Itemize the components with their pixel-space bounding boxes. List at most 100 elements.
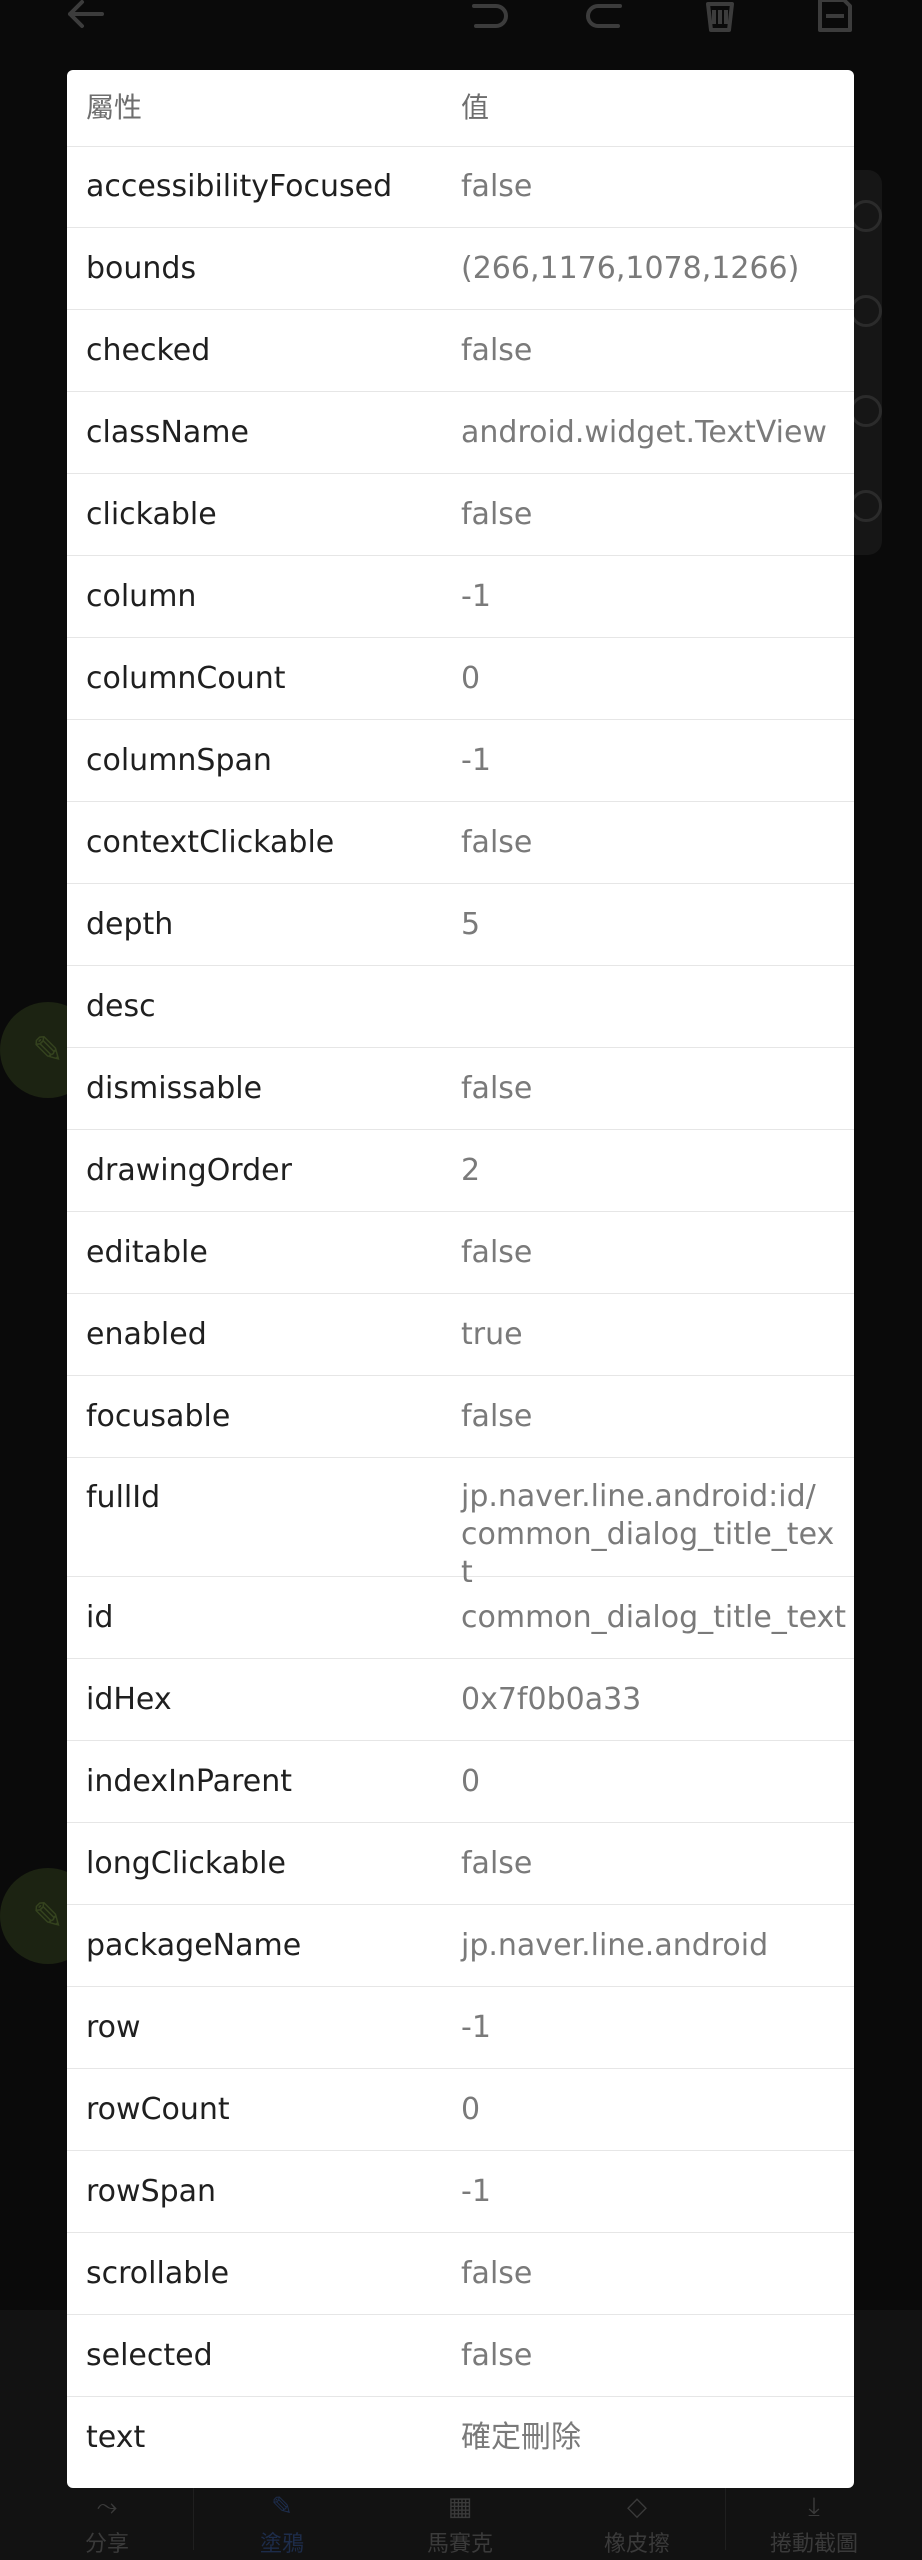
save-icon[interactable] <box>806 0 862 42</box>
table-row[interactable]: idHex 0x7f0b0a33 <box>67 1659 854 1741</box>
brush-icon: ✎ <box>32 1028 64 1072</box>
property-value: 2 <box>461 1153 481 1188</box>
property-value: false <box>461 2256 533 2291</box>
property-value: false <box>461 2338 533 2373</box>
node-properties-dialog: 屬性 值 accessibilityFocused false bounds (26… <box>67 70 854 2488</box>
table-row[interactable]: longClickable false <box>67 1823 854 1905</box>
table-row[interactable]: drawingOrder 2 <box>67 1130 854 1212</box>
table-row[interactable]: rowCount 0 <box>67 2069 854 2151</box>
eraser-icon: ◇ <box>627 2492 647 2522</box>
property-name: enabled <box>86 1317 207 1352</box>
tab-label: 捲動截圖 <box>769 2532 858 2557</box>
property-value: 0 <box>461 2092 481 2127</box>
property-name: checked <box>86 333 211 368</box>
table-row[interactable]: accessibilityFocused false <box>67 146 854 228</box>
property-value: -1 <box>461 2174 491 2209</box>
back-arrow-icon[interactable] <box>58 0 114 42</box>
property-name: longClickable <box>86 1846 286 1881</box>
brush-icon: ✎ <box>271 2492 293 2522</box>
table-row[interactable]: clickable false <box>67 474 854 556</box>
property-name: indexInParent <box>86 1764 292 1799</box>
property-name: depth <box>86 907 174 942</box>
property-name: scrollable <box>86 2256 230 2291</box>
property-value: false <box>461 497 533 532</box>
table-row[interactable]: depth 5 <box>67 884 854 966</box>
table-row[interactable]: focusable false <box>67 1376 854 1458</box>
share-icon: ⤳ <box>96 2492 118 2522</box>
property-value: android.widget.TextView <box>461 415 827 450</box>
property-value: false <box>461 1071 533 1106</box>
property-name: fullId <box>86 1480 161 1515</box>
redo-icon[interactable] <box>578 0 634 42</box>
header-property: 屬性 <box>86 91 143 124</box>
tab-scroll-capture[interactable]: ⤓ 捲動截圖 <box>722 2490 906 2560</box>
property-value: -1 <box>461 743 491 778</box>
table-header: 屬性 值 <box>67 70 854 147</box>
table-row[interactable]: enabled true <box>67 1294 854 1376</box>
background-toolbar <box>0 0 922 70</box>
tab-eraser[interactable]: ◇ 橡皮擦 <box>545 2490 729 2560</box>
table-row[interactable]: editable false <box>67 1212 854 1294</box>
property-name: drawingOrder <box>86 1153 292 1188</box>
property-value: common_dialog_title_text <box>461 1600 847 1635</box>
property-value: -1 <box>461 579 491 614</box>
property-name: bounds <box>86 251 197 286</box>
table-row[interactable]: indexInParent 0 <box>67 1741 854 1823</box>
property-name: columnSpan <box>86 743 272 778</box>
table-row[interactable]: contextClickable false <box>67 802 854 884</box>
property-name: className <box>86 415 249 450</box>
table-row[interactable]: column -1 <box>67 556 854 638</box>
table-row[interactable]: className android.widget.TextView <box>67 392 854 474</box>
tab-share[interactable]: ⤳ 分享 <box>15 2490 199 2560</box>
table-row[interactable]: selected false <box>67 2315 854 2397</box>
property-value: (266,1176,1078,1266) <box>461 251 800 286</box>
trash-icon[interactable] <box>692 0 748 42</box>
table-row[interactable]: checked false <box>67 310 854 392</box>
property-name: desc <box>86 989 156 1024</box>
table-row[interactable]: text 確定刪除 <box>67 2397 854 2479</box>
property-value: true <box>461 1317 523 1352</box>
property-table: accessibilityFocused false bounds (266,117… <box>67 146 854 2479</box>
property-value: false <box>461 825 533 860</box>
tool-dot-icon <box>850 295 882 327</box>
property-name: selected <box>86 2338 213 2373</box>
table-row[interactable]: dismissable false <box>67 1048 854 1130</box>
table-row[interactable]: rowSpan -1 <box>67 2151 854 2233</box>
property-name: packageName <box>86 1928 302 1963</box>
table-row[interactable]: scrollable false <box>67 2233 854 2315</box>
property-name: rowSpan <box>86 2174 217 2209</box>
brush-icon: ✎ <box>32 1894 64 1938</box>
tab-label: 馬賽克 <box>426 2532 493 2557</box>
property-name: clickable <box>86 497 217 532</box>
property-value: 0 <box>461 1764 481 1799</box>
table-row[interactable]: packageName jp.naver.line.android <box>67 1905 854 1987</box>
tool-dot-icon <box>850 490 882 522</box>
property-name: id <box>86 1600 114 1635</box>
property-name: dismissable <box>86 1071 263 1106</box>
property-name: column <box>86 579 197 614</box>
scroll-capture-icon: ⤓ <box>808 2492 820 2522</box>
property-value: false <box>461 169 533 204</box>
undo-icon[interactable] <box>460 0 516 42</box>
table-row[interactable]: columnSpan -1 <box>67 720 854 802</box>
table-row[interactable]: id common_dialog_title_text <box>67 1577 854 1659</box>
tab-mosaic[interactable]: ▦ 馬賽克 <box>368 2490 552 2560</box>
tab-label: 分享 <box>84 2532 129 2557</box>
property-value: 0 <box>461 661 481 696</box>
property-name: row <box>86 2010 141 2045</box>
property-name: rowCount <box>86 2092 230 2127</box>
tab-doodle[interactable]: ✎ 塗鴉 <box>190 2490 374 2560</box>
property-value: -1 <box>461 2010 491 2045</box>
table-row[interactable]: fullId jp.naver.line.android:id/ common_d… <box>67 1458 854 1590</box>
property-value: jp.naver.line.android <box>461 1928 769 1963</box>
property-name: accessibilityFocused <box>86 169 393 204</box>
property-value: 確定刪除 <box>461 2420 581 2455</box>
table-row[interactable]: desc <box>67 966 854 1048</box>
property-name: editable <box>86 1235 208 1270</box>
table-row[interactable]: bounds (266,1176,1078,1266) <box>67 228 854 310</box>
property-value: false <box>461 1399 533 1434</box>
table-row[interactable]: columnCount 0 <box>67 638 854 720</box>
tool-dot-icon <box>850 395 882 427</box>
table-row[interactable]: row -1 <box>67 1987 854 2069</box>
header-value: 值 <box>461 91 490 124</box>
